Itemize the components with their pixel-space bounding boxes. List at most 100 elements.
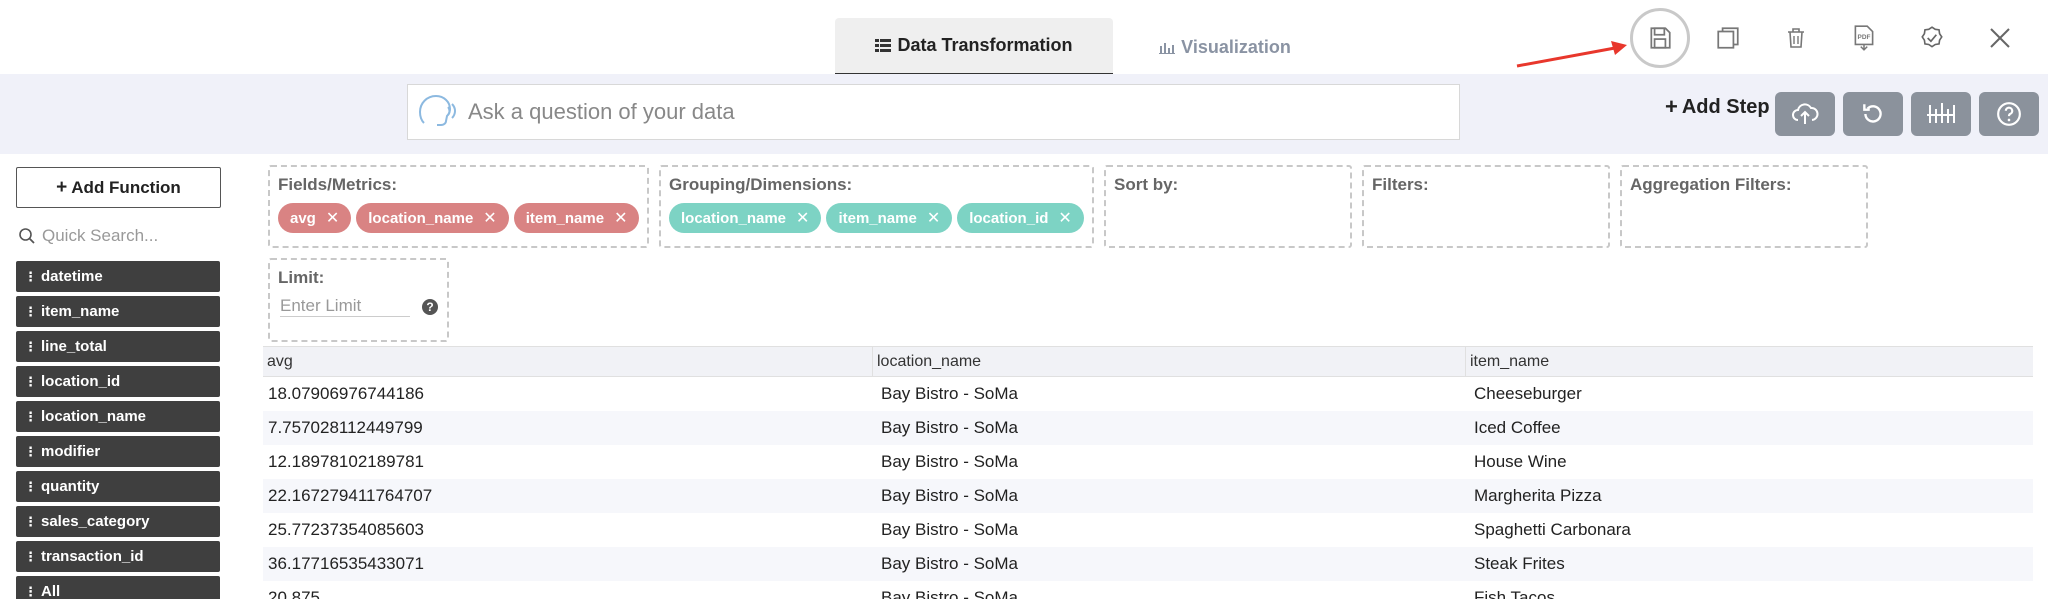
- field-item[interactable]: ⋮ quantity: [16, 471, 220, 502]
- add-function-label: Add Function: [71, 177, 181, 197]
- field-item[interactable]: ⋮ datetime: [16, 261, 220, 292]
- field-item[interactable]: ⋮ location_name: [16, 401, 220, 432]
- table-cell: 36.17716535433071: [268, 554, 424, 573]
- fields-metrics-label: Fields/Metrics:: [278, 175, 398, 194]
- close-button[interactable]: [1970, 8, 2030, 68]
- ask-question-input[interactable]: [468, 99, 1368, 125]
- field-item[interactable]: ⋮ line_total: [16, 331, 220, 362]
- question-band: + Add Step: [0, 74, 2048, 154]
- check-badge-icon: [1921, 26, 1943, 48]
- field-item[interactable]: ⋮ item_name: [16, 296, 220, 327]
- table-row: 36.17716535433071 Bay Bistro - SoMa Steak …: [263, 547, 2033, 581]
- column-header[interactable]: item_name: [1466, 347, 2033, 376]
- plus-icon: +: [56, 176, 68, 198]
- table-cell: Steak Frites: [1474, 554, 1565, 573]
- remove-icon[interactable]: ✕: [1058, 208, 1071, 228]
- drag-handle-icon: ⋮: [24, 408, 37, 424]
- add-function-button[interactable]: + Add Function: [16, 167, 221, 208]
- column-header[interactable]: location_name: [873, 347, 1466, 376]
- bar-chart-icon: [1159, 40, 1176, 54]
- table-cell: Margherita Pizza: [1474, 486, 1602, 505]
- table-cell: Fish Tacos: [1474, 588, 1555, 599]
- add-step-label: Add Step: [1681, 95, 1770, 118]
- limit-input[interactable]: [280, 296, 410, 317]
- table-cell: Cheeseburger: [1474, 384, 1582, 403]
- drag-handle-icon: ⋮: [24, 548, 37, 564]
- table-header: avg location_name item_name: [263, 346, 2033, 377]
- field-item[interactable]: ⋮ modifier: [16, 436, 220, 467]
- table-row: 7.757028112449799 Bay Bistro - SoMa Iced C…: [263, 411, 2033, 445]
- dimension-chip[interactable]: location_id ✕: [957, 203, 1084, 233]
- filters-label: Filters:: [1372, 175, 1429, 194]
- table-row: 20.875 Bay Bistro - SoMa Fish Tacos: [263, 581, 2033, 599]
- drag-handle-icon: ⋮: [24, 268, 37, 284]
- tab-data-transformation[interactable]: Data Transformation: [835, 18, 1113, 76]
- table-cell: 7.757028112449799: [268, 418, 423, 437]
- equalizer-button[interactable]: [1911, 92, 1971, 136]
- metric-chip[interactable]: location_name ✕: [356, 203, 509, 233]
- field-item[interactable]: ⋮ sales_category: [16, 506, 220, 537]
- filters-box[interactable]: Filters:: [1362, 165, 1610, 248]
- drag-handle-icon: ⋮: [24, 303, 37, 319]
- grouping-dimensions-box[interactable]: Grouping/Dimensions: location_name ✕ item…: [659, 165, 1094, 248]
- quick-search-input[interactable]: [42, 226, 212, 246]
- table-cell: 12.18978102189781: [268, 452, 424, 471]
- table-cell: Iced Coffee: [1474, 418, 1561, 437]
- dimension-chip[interactable]: item_name ✕: [826, 203, 953, 233]
- table-cell: Bay Bistro - SoMa: [881, 418, 1018, 437]
- fields-metrics-box[interactable]: Fields/Metrics: avg ✕ location_name ✕ item…: [268, 165, 649, 248]
- remove-icon[interactable]: ✕: [326, 208, 339, 228]
- save-button[interactable]: [1630, 8, 1690, 68]
- copy-button[interactable]: [1698, 8, 1758, 68]
- delete-button[interactable]: [1766, 8, 1826, 68]
- refresh-button[interactable]: [1843, 92, 1903, 136]
- pdf-download-icon: PDF: [1854, 25, 1874, 51]
- field-item[interactable]: ⋮ transaction_id: [16, 541, 220, 572]
- table-row: 22.167279411764707 Bay Bistro - SoMa Margh…: [263, 479, 2033, 513]
- aggregation-filters-box[interactable]: Aggregation Filters:: [1620, 165, 1868, 248]
- limit-label: Limit:: [278, 268, 325, 287]
- copy-icon: [1717, 27, 1739, 49]
- dimension-chip[interactable]: location_name ✕: [669, 203, 822, 233]
- help-icon[interactable]: ?: [422, 298, 438, 315]
- cloud-upload-button[interactable]: [1775, 92, 1835, 136]
- help-icon: [1997, 102, 2021, 126]
- tab-visualization[interactable]: Visualization: [1125, 18, 1325, 76]
- results-table: avg location_name item_name 18.079069767…: [263, 346, 2033, 599]
- sort-by-box[interactable]: Sort by:: [1104, 165, 1352, 248]
- table-cell: House Wine: [1474, 452, 1567, 471]
- save-icon: [1650, 27, 1671, 49]
- remove-icon[interactable]: ✕: [796, 208, 809, 228]
- column-header[interactable]: avg: [263, 347, 873, 376]
- quick-search[interactable]: [18, 222, 218, 250]
- equalizer-icon: [1927, 103, 1955, 123]
- field-item[interactable]: ⋮ All: [16, 576, 220, 599]
- sort-by-label: Sort by:: [1114, 175, 1179, 194]
- aggregation-filters-label: Aggregation Filters:: [1630, 175, 1792, 194]
- voice-assistant-icon: [418, 94, 456, 126]
- table-cell: Spaghetti Carbonara: [1474, 520, 1631, 539]
- add-step-button[interactable]: + Add Step: [1665, 94, 1770, 120]
- ask-question-field[interactable]: [407, 84, 1460, 140]
- pdf-download-button[interactable]: PDF: [1834, 8, 1894, 68]
- remove-icon[interactable]: ✕: [483, 208, 496, 228]
- validate-button[interactable]: [1902, 8, 1962, 68]
- tab-label: Visualization: [1181, 36, 1291, 57]
- drag-handle-icon: ⋮: [24, 338, 37, 354]
- field-item[interactable]: ⋮ location_id: [16, 366, 220, 397]
- remove-icon[interactable]: ✕: [614, 208, 627, 228]
- metric-chip[interactable]: item_name ✕: [513, 203, 640, 233]
- drag-handle-icon: ⋮: [24, 443, 37, 459]
- grouping-dimensions-label: Grouping/Dimensions:: [669, 175, 853, 194]
- drag-handle-icon: ⋮: [24, 478, 37, 494]
- table-cell: 20.875: [268, 588, 320, 599]
- cloud-upload-icon: [1792, 103, 1819, 124]
- metric-chip[interactable]: avg ✕: [278, 203, 352, 233]
- table-row: 25.77237354085603 Bay Bistro - SoMa Spaghe…: [263, 513, 2033, 547]
- app-root: Data Transformation Visualization PDF As…: [0, 0, 2048, 599]
- table-cell: Bay Bistro - SoMa: [881, 486, 1018, 505]
- help-button[interactable]: [1979, 92, 2039, 136]
- remove-icon[interactable]: ✕: [927, 208, 940, 228]
- table-cell: 22.167279411764707: [268, 486, 433, 505]
- drag-handle-icon: ⋮: [24, 373, 37, 389]
